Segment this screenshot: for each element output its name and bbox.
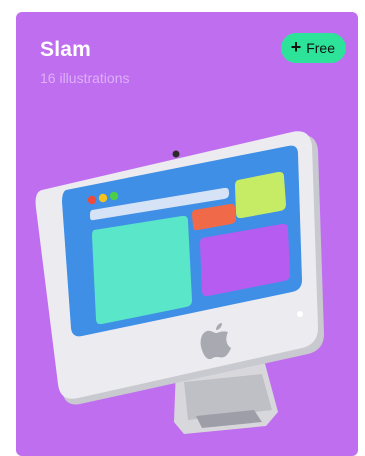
window-dot-green [109, 191, 119, 201]
free-badge-button[interactable]: + Free [280, 33, 346, 63]
card-title: Slam [40, 38, 91, 61]
power-indicator [297, 311, 303, 317]
free-label: Free [306, 40, 335, 56]
illustration-count: 16 illustrations [40, 70, 130, 86]
illustration-pack-card[interactable]: Slam 16 illustrations + Free [16, 12, 358, 456]
panel-teal [92, 215, 192, 325]
plus-icon: + [290, 37, 302, 57]
window-dot-yellow [98, 193, 108, 203]
window-dot-red [87, 195, 97, 205]
camera-dot [172, 150, 180, 158]
